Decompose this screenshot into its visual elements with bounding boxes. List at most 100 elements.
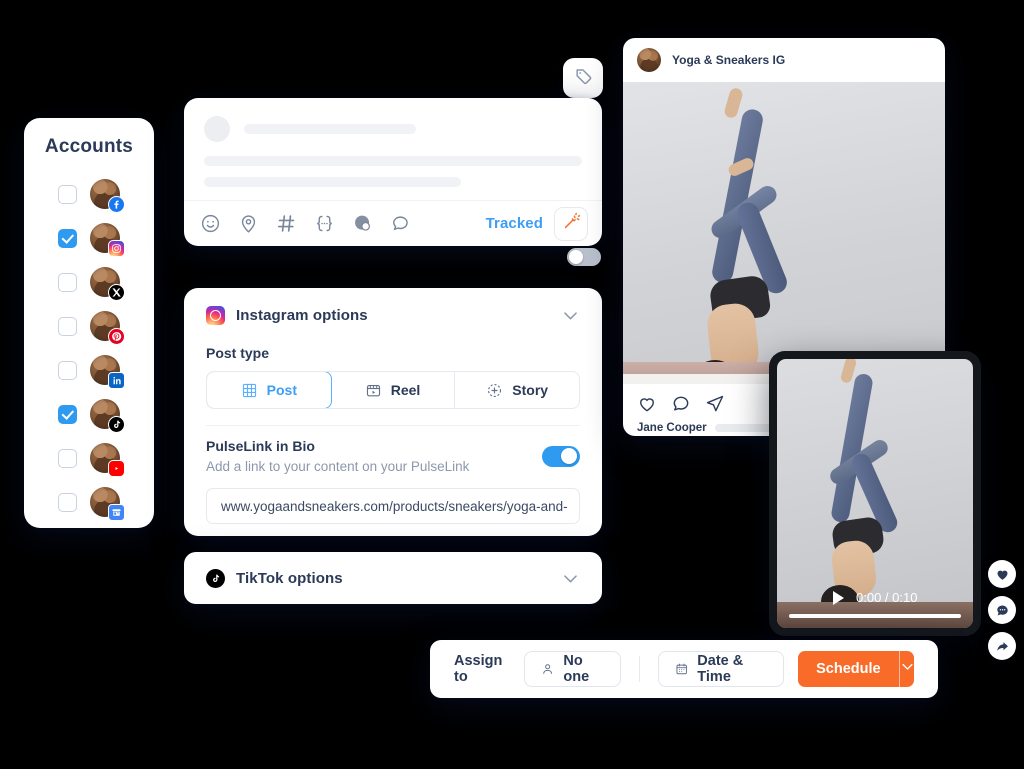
accounts-panel: Accounts (24, 118, 154, 528)
schedule-action-bar: Assign to No one Date & Time Schedule (430, 640, 938, 698)
post-type-reel[interactable]: Reel (331, 372, 456, 408)
instagram-icon (206, 306, 225, 325)
linkedin-icon (108, 372, 125, 389)
facebook-icon (108, 196, 125, 213)
account-row-youtube[interactable] (58, 436, 125, 480)
account-avatar-linkedin (90, 355, 125, 389)
chevron-down-icon[interactable] (561, 306, 580, 325)
assignee-value: No one (563, 653, 590, 685)
account-avatar-tiktok (90, 399, 125, 433)
post-type-story[interactable]: Story (455, 372, 579, 408)
account-checkbox-tiktok[interactable] (58, 404, 77, 424)
video-time: 0:00 / 0:10 (856, 590, 918, 605)
account-checkbox-gbp[interactable] (58, 492, 77, 512)
avatar (637, 48, 661, 72)
play-icon[interactable] (833, 590, 844, 605)
post-composer[interactable]: Tracked (184, 98, 602, 246)
pinterest-icon (108, 328, 125, 345)
post-type-label: Post type (206, 345, 270, 361)
comment-filled-button[interactable] (988, 596, 1016, 624)
pulselink-row: PulseLink in Bio Add a link to your cont… (206, 438, 580, 474)
pulselink-texts: PulseLink in Bio Add a link to your cont… (206, 438, 469, 474)
tracked-label[interactable]: Tracked (486, 215, 543, 232)
emoji-icon[interactable] (200, 213, 221, 234)
account-checkbox-youtube[interactable] (58, 448, 77, 468)
assign-to-label: Assign to (454, 653, 503, 685)
pulselink-title: PulseLink in Bio (206, 438, 315, 454)
composer-text-line (204, 156, 582, 166)
composer-text-placeholder[interactable] (204, 156, 582, 187)
hashtag-icon[interactable] (276, 213, 297, 234)
composer-toolbar: Tracked (184, 200, 602, 246)
video-controls: 0:00 / 0:10 (777, 590, 973, 628)
account-checkbox-x[interactable] (58, 272, 77, 292)
share-filled-button[interactable] (988, 632, 1016, 660)
schedule-button[interactable]: Schedule (798, 651, 899, 687)
account-avatar-instagram (90, 223, 125, 257)
share-icon[interactable] (705, 394, 725, 414)
account-avatar-youtube (90, 443, 125, 477)
video-preview-phone: 0:00 / 0:10 (769, 351, 981, 636)
composer-avatar-placeholder (204, 116, 230, 142)
account-row-tiktok[interactable] (58, 392, 125, 436)
tag-icon-button[interactable] (563, 58, 603, 98)
account-checkbox-facebook[interactable] (58, 184, 77, 204)
account-row-facebook[interactable] (58, 172, 125, 216)
preview-header: Yoga & Sneakers IG (623, 38, 945, 82)
comment-icon[interactable] (390, 213, 411, 234)
comment-icon[interactable] (671, 394, 691, 414)
account-row-x[interactable] (58, 260, 125, 304)
toggle-knob (561, 448, 577, 464)
post-type-post[interactable]: Post (207, 372, 332, 408)
mockup-stage: Accounts Tracked Instagram options Post … (0, 0, 1024, 769)
composer-name-placeholder (244, 124, 416, 134)
account-row-instagram[interactable] (58, 216, 125, 260)
variable-icon[interactable] (314, 213, 335, 234)
account-checkbox-pinterest[interactable] (58, 316, 77, 336)
chevron-down-icon[interactable] (561, 569, 580, 588)
account-avatar-x (90, 267, 125, 301)
share-filled-icon (995, 639, 1010, 654)
date-time-button[interactable]: Date & Time (657, 651, 785, 687)
account-row-gbp[interactable] (58, 480, 125, 524)
composer-author-row (204, 116, 582, 142)
account-checkbox-linkedin[interactable] (58, 360, 77, 380)
floating-actions (988, 560, 1016, 660)
account-checkbox-instagram[interactable] (58, 228, 77, 248)
photo-shape (723, 86, 744, 120)
video-screen[interactable]: 0:00 / 0:10 (777, 359, 973, 628)
assignee-selector[interactable]: No one (524, 651, 622, 687)
instagram-options-title: Instagram options (236, 307, 368, 324)
composer-option-toggle[interactable] (567, 248, 601, 266)
tiktok-icon (206, 568, 225, 588)
youtube-icon (108, 460, 125, 477)
schedule-dropdown-button[interactable] (898, 651, 914, 687)
preview-photo (623, 82, 945, 384)
video-progress-bar[interactable] (789, 614, 961, 618)
globe-icon[interactable] (352, 213, 373, 234)
x-twitter-icon (108, 284, 125, 301)
person-icon (541, 661, 554, 677)
heart-icon[interactable] (637, 394, 657, 414)
tiktok-options-panel[interactable]: TikTok options (184, 552, 602, 604)
divider (639, 656, 640, 682)
accounts-list (58, 172, 125, 524)
ai-magic-wand-button[interactable] (554, 206, 588, 241)
pulselink-url-input[interactable]: www.yogaandsneakers.com/products/sneaker… (206, 488, 580, 524)
heart-filled-icon (995, 567, 1010, 582)
post-type-segmented-control[interactable]: Post Reel Story (206, 371, 580, 409)
heart-filled-button[interactable] (988, 560, 1016, 588)
pulselink-toggle[interactable] (542, 445, 580, 467)
post-type-label: Post (266, 382, 297, 398)
location-icon[interactable] (238, 213, 259, 234)
account-row-pinterest[interactable] (58, 304, 125, 348)
accounts-title: Accounts (44, 136, 134, 157)
instagram-options-header[interactable]: Instagram options (206, 306, 580, 325)
instagram-icon (108, 240, 125, 257)
tag-icon (573, 66, 593, 91)
account-row-linkedin[interactable] (58, 348, 125, 392)
google-business-icon (108, 504, 125, 521)
post-type-label: Reel (390, 382, 421, 398)
composer-text-line (204, 177, 462, 187)
video-control-row: 0:00 / 0:10 (789, 590, 961, 605)
